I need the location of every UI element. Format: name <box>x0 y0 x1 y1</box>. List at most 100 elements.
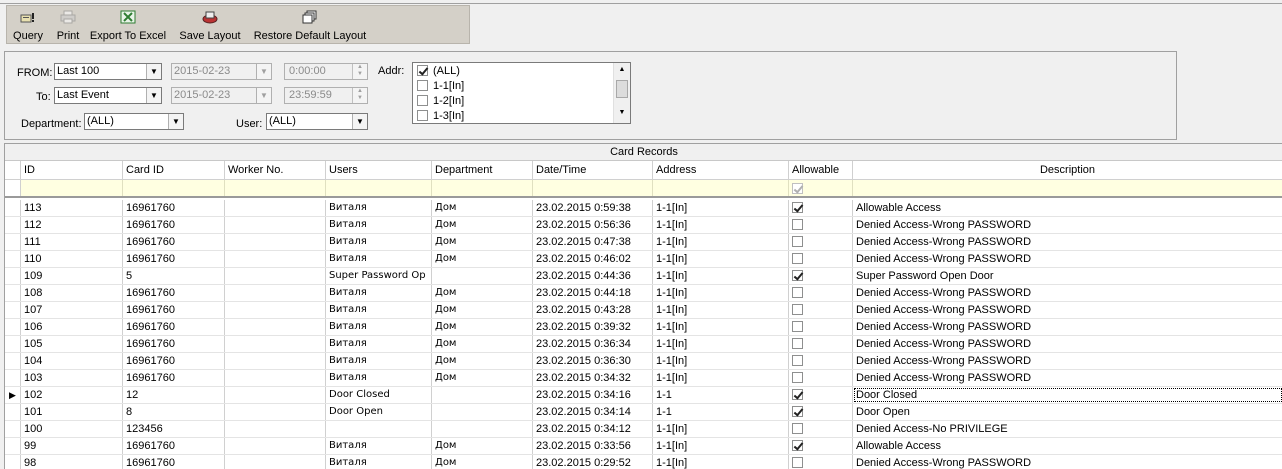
cell-description[interactable]: Door Closed <box>853 387 1282 403</box>
cell-worker-no[interactable] <box>225 353 326 369</box>
cell-description[interactable]: Denied Access-Wrong PASSWORD <box>853 234 1282 250</box>
cell-address[interactable]: 1-1[In] <box>653 251 789 267</box>
cell-id[interactable]: 109 <box>21 268 123 284</box>
cell-address[interactable]: 1-1 <box>653 404 789 420</box>
cell-worker-no[interactable] <box>225 217 326 233</box>
allowable-checkbox[interactable] <box>792 389 803 400</box>
cell-department[interactable]: Дом <box>432 200 533 216</box>
cell-address[interactable]: 1-1[In] <box>653 336 789 352</box>
cell-card-id[interactable]: 16961760 <box>123 251 225 267</box>
filter-allowable-checkbox[interactable] <box>792 183 803 194</box>
column-header-address[interactable]: Address <box>653 161 789 180</box>
address-listbox[interactable]: (ALL) 1-1[In] 1-2[In] 1-3[In] ▲ ▼ <box>412 62 631 124</box>
cell-department[interactable]: Дом <box>432 217 533 233</box>
cell-users[interactable] <box>326 421 432 437</box>
cell-card-id[interactable]: 16961760 <box>123 302 225 318</box>
time-spinner[interactable]: ▲ ▼ <box>352 64 367 79</box>
cell-datetime[interactable]: 23.02.2015 0:33:56 <box>533 438 653 454</box>
query-button[interactable]: Query <box>9 6 47 44</box>
cell-users[interactable]: Door Closed <box>326 387 432 403</box>
cell-users[interactable]: Виталя <box>326 353 432 369</box>
cell-datetime[interactable]: 23.02.2015 0:34:32 <box>533 370 653 386</box>
cell-datetime[interactable]: 23.02.2015 0:44:36 <box>533 268 653 284</box>
cell-description[interactable]: Door Open <box>853 404 1282 420</box>
address-item-all[interactable]: (ALL) <box>417 64 460 78</box>
cell-description[interactable]: Denied Access-Wrong PASSWORD <box>853 336 1282 352</box>
allowable-checkbox[interactable] <box>792 270 803 281</box>
cell-worker-no[interactable] <box>225 455 326 469</box>
filter-cell-worker-no[interactable] <box>225 180 326 196</box>
cell-worker-no[interactable] <box>225 387 326 403</box>
restore-layout-button[interactable]: Restore Default Layout <box>249 6 371 44</box>
cell-description[interactable]: Denied Access-Wrong PASSWORD <box>853 319 1282 335</box>
cell-worker-no[interactable] <box>225 370 326 386</box>
table-row[interactable]: 103 16961760 Виталя Дом 23.02.2015 0:34:32 1-… <box>5 370 1282 387</box>
cell-card-id[interactable]: 16961760 <box>123 336 225 352</box>
cell-id[interactable]: 113 <box>21 200 123 216</box>
cell-users[interactable]: Виталя <box>326 285 432 301</box>
table-row[interactable]: 110 16961760 Виталя Дом 23.02.2015 0:46:02 1-… <box>5 251 1282 268</box>
row-indicator[interactable] <box>5 251 21 267</box>
cell-worker-no[interactable] <box>225 268 326 284</box>
cell-allowable[interactable] <box>789 302 853 318</box>
cell-department[interactable]: Дом <box>432 285 533 301</box>
cell-card-id[interactable]: 16961760 <box>123 200 225 216</box>
cell-worker-no[interactable] <box>225 319 326 335</box>
checkbox[interactable] <box>417 80 428 91</box>
card-records-grid[interactable]: Card Records ID Card ID Worker No. Users… <box>4 143 1282 469</box>
cell-id[interactable]: 98 <box>21 455 123 469</box>
filter-cell-card-id[interactable] <box>123 180 225 196</box>
allowable-checkbox[interactable] <box>792 236 803 247</box>
chevron-down-icon[interactable]: ▼ <box>256 88 271 103</box>
filter-cell-users[interactable] <box>326 180 432 196</box>
allowable-checkbox[interactable] <box>792 355 803 366</box>
cell-allowable[interactable] <box>789 251 853 267</box>
table-row[interactable]: 106 16961760 Виталя Дом 23.02.2015 0:39:32 1-… <box>5 319 1282 336</box>
cell-datetime[interactable]: 23.02.2015 0:43:28 <box>533 302 653 318</box>
cell-datetime[interactable]: 23.02.2015 0:47:38 <box>533 234 653 250</box>
column-header-department[interactable]: Department <box>432 161 533 180</box>
table-row[interactable]: 113 16961760 Виталя Дом 23.02.2015 0:59:38 1-… <box>5 200 1282 217</box>
allowable-checkbox[interactable] <box>792 457 803 468</box>
cell-id[interactable]: 107 <box>21 302 123 318</box>
cell-address[interactable]: 1-1[In] <box>653 234 789 250</box>
cell-datetime[interactable]: 23.02.2015 0:39:32 <box>533 319 653 335</box>
table-row[interactable]: 100 123456 23.02.2015 0:34:12 1-1[In] Denied… <box>5 421 1282 438</box>
cell-worker-no[interactable] <box>225 404 326 420</box>
cell-card-id[interactable]: 16961760 <box>123 217 225 233</box>
cell-description[interactable]: Denied Access-No PRIVILEGE <box>853 421 1282 437</box>
table-row[interactable]: 105 16961760 Виталя Дом 23.02.2015 0:36:34 1-… <box>5 336 1282 353</box>
cell-address[interactable]: 1-1 <box>653 387 789 403</box>
cell-address[interactable]: 1-1[In] <box>653 285 789 301</box>
cell-users[interactable]: Виталя <box>326 336 432 352</box>
cell-datetime[interactable]: 23.02.2015 0:44:18 <box>533 285 653 301</box>
table-row[interactable]: 107 16961760 Виталя Дом 23.02.2015 0:43:28 1-… <box>5 302 1282 319</box>
allowable-checkbox[interactable] <box>792 372 803 383</box>
cell-id[interactable]: 111 <box>21 234 123 250</box>
cell-users[interactable]: Виталя <box>326 234 432 250</box>
cell-address[interactable]: 1-1[In] <box>653 421 789 437</box>
checkbox[interactable] <box>417 95 428 106</box>
cell-id[interactable]: 101 <box>21 404 123 420</box>
column-header-worker-no[interactable]: Worker No. <box>225 161 326 180</box>
cell-card-id[interactable]: 16961760 <box>123 285 225 301</box>
table-row[interactable]: 99 16961760 Виталя Дом 23.02.2015 0:33:56 1-1… <box>5 438 1282 455</box>
chevron-down-icon[interactable]: ▼ <box>146 64 161 79</box>
chevron-down-icon[interactable]: ▼ <box>168 114 183 129</box>
cell-users[interactable]: Виталя <box>326 302 432 318</box>
filter-cell-datetime[interactable] <box>533 180 653 196</box>
row-indicator[interactable] <box>5 336 21 352</box>
column-header-datetime[interactable]: Date/Time <box>533 161 653 180</box>
cell-card-id[interactable]: 12 <box>123 387 225 403</box>
cell-description[interactable]: Denied Access-Wrong PASSWORD <box>853 251 1282 267</box>
address-item[interactable]: 1-3[In] <box>417 109 464 123</box>
cell-card-id[interactable]: 16961760 <box>123 370 225 386</box>
cell-datetime[interactable]: 23.02.2015 0:36:34 <box>533 336 653 352</box>
cell-address[interactable]: 1-1[In] <box>653 319 789 335</box>
from-select[interactable]: Last 100 ▼ <box>54 63 162 80</box>
cell-users[interactable]: Виталя <box>326 200 432 216</box>
allowable-checkbox[interactable] <box>792 423 803 434</box>
allowable-checkbox[interactable] <box>792 202 803 213</box>
allowable-checkbox[interactable] <box>792 321 803 332</box>
cell-address[interactable]: 1-1[In] <box>653 353 789 369</box>
